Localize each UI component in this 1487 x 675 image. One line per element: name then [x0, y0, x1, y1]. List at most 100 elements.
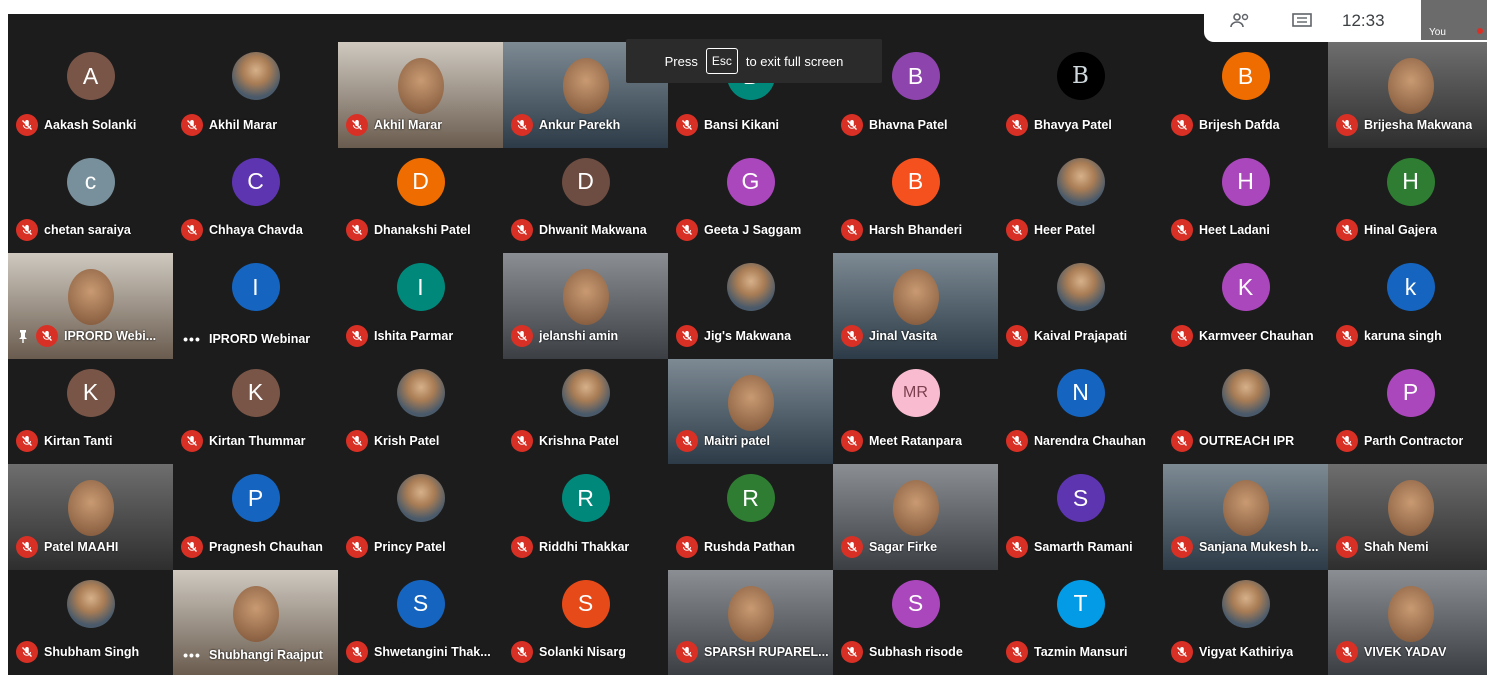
participant-tile[interactable]: Akhil Marar — [173, 42, 338, 148]
mic-off-icon — [16, 535, 38, 558]
participant-tile[interactable]: VIVEK YADAV — [1328, 569, 1487, 675]
nameplate: Harsh Bhanderi — [841, 219, 994, 241]
avatar: C — [231, 157, 280, 206]
participant-name: Riddhi Thakkar — [539, 539, 630, 554]
participant-tile[interactable]: Sagar Firke — [833, 464, 998, 570]
participant-name: Sagar Firke — [869, 539, 938, 554]
participant-tile[interactable]: A Aakash Solanki — [8, 42, 173, 148]
mic-off-icon — [511, 219, 533, 241]
nameplate: Sanjana Mukesh b... — [1171, 535, 1324, 558]
participant-tile[interactable]: D Dhanakshi Patel — [338, 147, 503, 253]
participant-tile[interactable]: Krish Patel — [338, 358, 503, 464]
participant-tile[interactable]: G Geeta J Saggam — [668, 147, 833, 253]
participant-tile[interactable]: I ••• IPRORD Webinar — [173, 253, 338, 359]
participant-tile[interactable]: H Hinal Gajera — [1328, 147, 1487, 253]
participant-tile[interactable]: R Rushda Pathan — [668, 464, 833, 570]
participant-tile[interactable]: D Dhwanit Makwana — [503, 147, 668, 253]
profile-photo — [396, 368, 445, 417]
mic-off-icon — [16, 113, 38, 136]
nameplate: Shwetangini Thak... — [346, 641, 499, 663]
participant-name: Bhavya Patel — [1034, 117, 1112, 132]
participant-tile[interactable]: C Chhaya Chavda — [173, 147, 338, 253]
chat-icon[interactable] — [1288, 10, 1316, 32]
mic-off-icon — [1006, 113, 1028, 136]
participant-tile[interactable]: OUTREACH IPR — [1163, 358, 1328, 464]
participant-tile[interactable]: Krishna Patel — [503, 358, 668, 464]
nameplate: Akhil Marar — [346, 113, 499, 136]
participant-tile[interactable]: IPRORD Webi... — [8, 253, 173, 359]
participant-name: Patel MAAHI — [44, 539, 119, 554]
nameplate: Kaival Prajapati — [1006, 324, 1159, 347]
participant-tile[interactable]: SPARSH RUPAREL... — [668, 569, 833, 675]
participant-tile[interactable]: jelanshi amin — [503, 253, 668, 359]
more-options-icon[interactable]: ••• — [181, 647, 203, 663]
participant-tile[interactable]: Shah Nemi — [1328, 464, 1487, 570]
mic-off-icon — [1336, 430, 1358, 452]
nameplate: Vigyat Kathiriya — [1171, 641, 1324, 663]
participant-tile[interactable]: T Tazmin Mansuri — [998, 569, 1163, 675]
participant-tile[interactable]: S Samarth Ramani — [998, 464, 1163, 570]
participant-tile[interactable]: I Ishita Parmar — [338, 253, 503, 359]
mic-off-icon — [1336, 113, 1358, 136]
participant-tile[interactable]: Jinal Vasita — [833, 253, 998, 359]
toast-press-text: Press — [664, 53, 698, 69]
nameplate: ••• IPRORD Webinar — [181, 331, 334, 347]
participant-tile[interactable]: Patel MAAHI — [8, 464, 173, 570]
mic-off-icon — [346, 535, 368, 558]
pin-icon[interactable] — [16, 329, 30, 343]
participant-tile[interactable]: Jig's Makwana — [668, 253, 833, 359]
mic-off-icon — [511, 535, 533, 558]
participant-tile[interactable]: H Heet Ladani — [1163, 147, 1328, 253]
participant-tile[interactable]: R Riddhi Thakkar — [503, 464, 668, 570]
participant-name: Aakash Solanki — [44, 117, 137, 132]
participant-name: Solanki Nisarg — [539, 645, 626, 659]
mic-off-icon — [346, 113, 368, 136]
participant-tile[interactable]: K Karmveer Chauhan — [1163, 253, 1328, 359]
participant-tile[interactable]: K Kirtan Thummar — [173, 358, 338, 464]
participant-face — [727, 585, 774, 642]
participant-tile[interactable]: Maitri patel — [668, 358, 833, 464]
participant-tile[interactable]: ••• Shubhangi Raajput — [173, 569, 338, 675]
participant-tile[interactable]: Vigyat Kathiriya — [1163, 569, 1328, 675]
participant-name: Hinal Gajera — [1364, 223, 1437, 237]
participant-tile[interactable]: B Brijesh Dafda — [1163, 42, 1328, 148]
participant-tile[interactable]: Sanjana Mukesh b... — [1163, 464, 1328, 570]
participant-name: Vigyat Kathiriya — [1199, 645, 1294, 659]
participant-tile[interactable]: Heer Patel — [998, 147, 1163, 253]
participant-name: Kaival Prajapati — [1034, 328, 1128, 343]
participant-tile[interactable]: P Parth Contractor — [1328, 358, 1487, 464]
mic-off-icon — [16, 641, 38, 663]
avatar: I — [396, 263, 445, 311]
participant-tile[interactable]: Shubham Singh — [8, 569, 173, 675]
participant-tile[interactable]: c chetan saraiya — [8, 147, 173, 253]
avatar: G — [726, 157, 775, 206]
participant-tile[interactable]: S Shwetangini Thak... — [338, 569, 503, 675]
participant-tile[interactable]: K Kirtan Tanti — [8, 358, 173, 464]
participant-tile[interactable]: k karuna singh — [1328, 253, 1487, 359]
participant-tile[interactable]: B Bhavya Patel — [998, 42, 1163, 148]
avatar: P — [1386, 368, 1435, 417]
mic-off-icon — [676, 535, 698, 558]
avatar: B — [1056, 52, 1105, 100]
people-icon[interactable] — [1226, 10, 1254, 32]
participant-tile[interactable]: Brijesha Makwana — [1328, 42, 1487, 148]
participant-tile[interactable]: Princy Patel — [338, 464, 503, 570]
avatar: D — [561, 157, 610, 206]
participant-tile[interactable]: S Subhash risode — [833, 569, 998, 675]
participant-tile[interactable]: MR Meet Ratanpara — [833, 358, 998, 464]
avatar: I — [231, 263, 280, 311]
participant-tile[interactable]: N Narendra Chauhan — [998, 358, 1163, 464]
participant-tile[interactable]: Kaival Prajapati — [998, 253, 1163, 359]
participant-tile[interactable]: B Harsh Bhanderi — [833, 147, 998, 253]
mic-off-icon — [16, 219, 38, 241]
participant-tile[interactable]: P Pragnesh Chauhan — [173, 464, 338, 570]
participant-tile[interactable]: S Solanki Nisarg — [503, 569, 668, 675]
nameplate: Bansi Kikani — [676, 113, 829, 136]
mic-off-icon — [181, 219, 203, 241]
fullscreen-toast: Press Esc to exit full screen — [626, 39, 882, 83]
more-options-icon[interactable]: ••• — [181, 331, 203, 347]
avatar: S — [396, 579, 445, 628]
self-view-tile[interactable]: You — [1421, 0, 1487, 40]
participant-tile[interactable]: Akhil Marar — [338, 42, 503, 148]
participant-name: Jinal Vasita — [869, 328, 938, 343]
